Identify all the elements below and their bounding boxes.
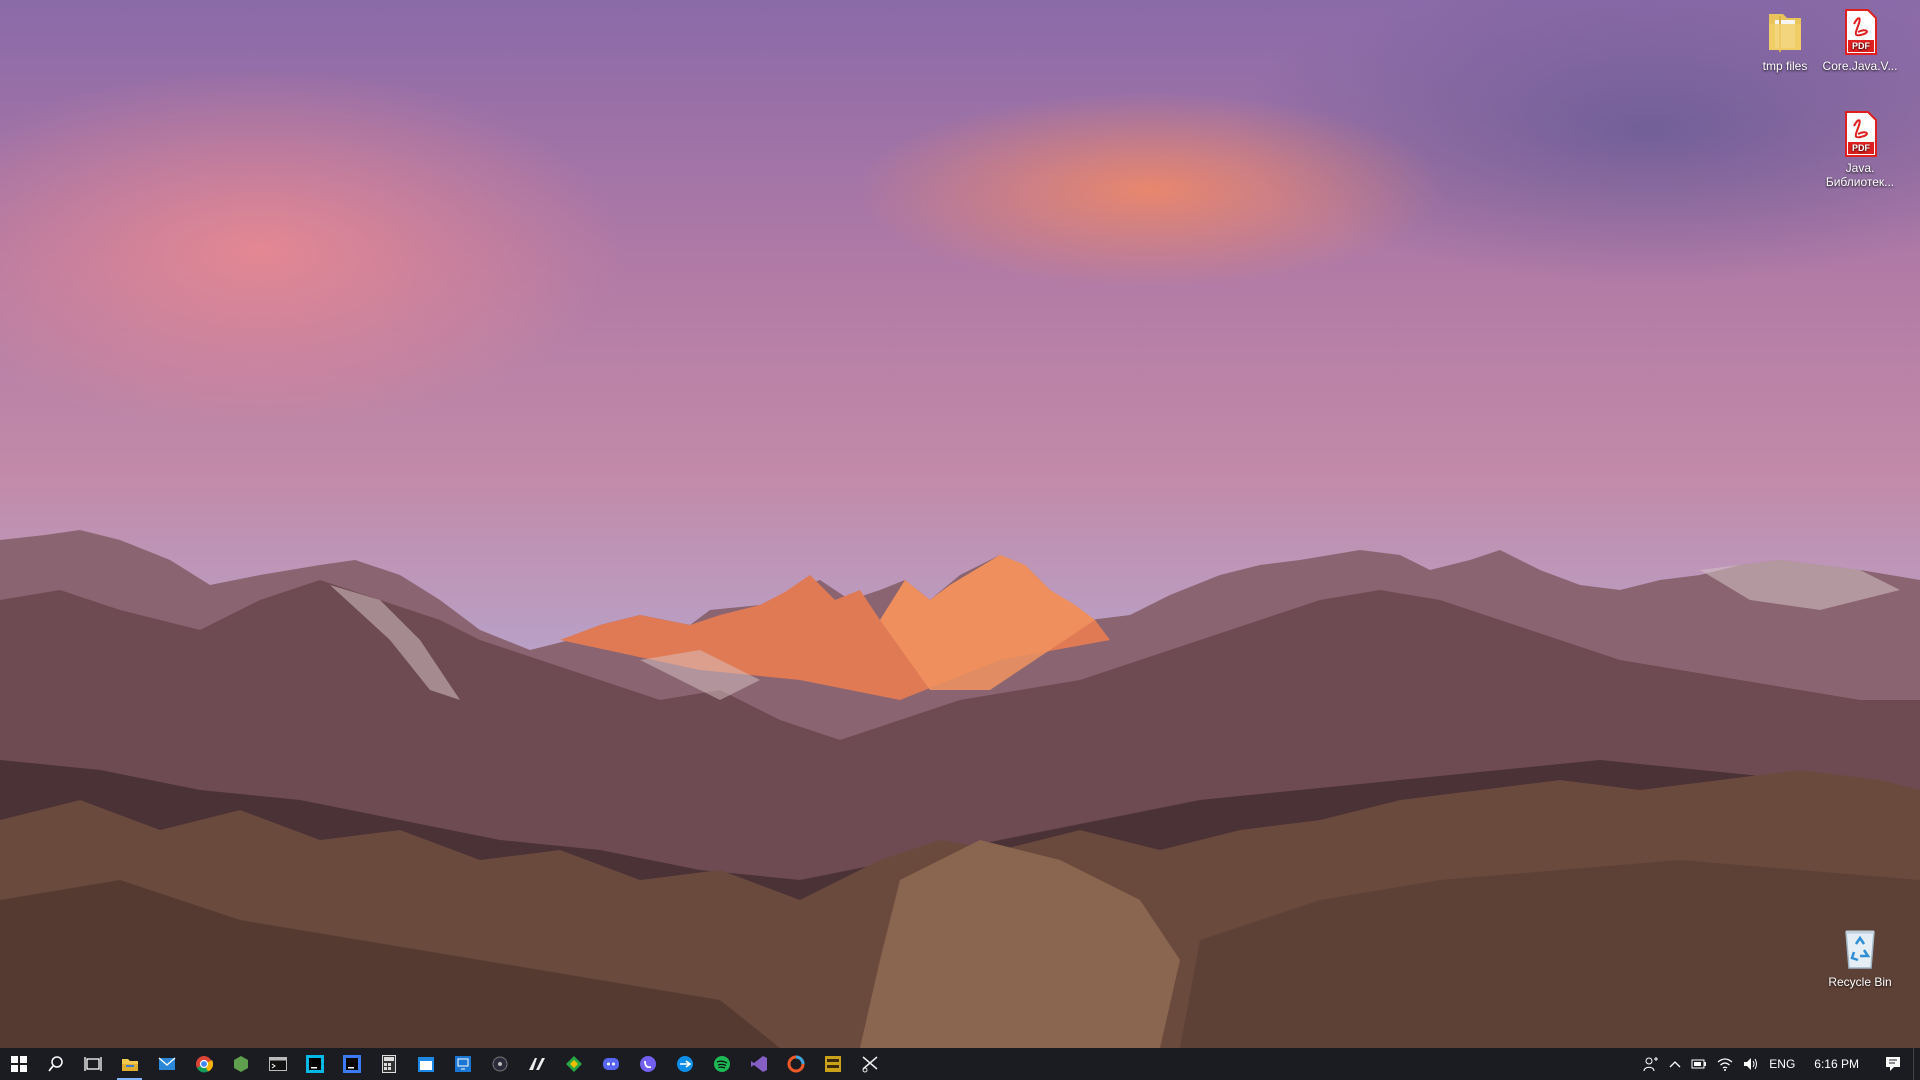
- intellij-icon: [342, 1055, 361, 1073]
- mountain-landscape: [0, 530, 1920, 1048]
- taskbar-snipping-tool[interactable]: [851, 1048, 888, 1080]
- language-label: ENG: [1769, 1057, 1796, 1071]
- wifi-icon: [1717, 1058, 1733, 1071]
- taskbar-notion[interactable]: [518, 1048, 555, 1080]
- task-view-button[interactable]: [74, 1048, 111, 1080]
- taskbar-remote-desktop[interactable]: [444, 1048, 481, 1080]
- tray-battery[interactable]: [1686, 1048, 1712, 1080]
- teamviewer-icon: [676, 1056, 693, 1072]
- terminal-icon: [268, 1057, 287, 1071]
- webstorm-icon: [305, 1055, 324, 1073]
- chevron-up-icon: [1669, 1061, 1681, 1068]
- browser-ring-icon: [787, 1055, 804, 1073]
- search-button[interactable]: [37, 1048, 74, 1080]
- taskbar-gitkraken[interactable]: [555, 1048, 592, 1080]
- taskbar-intellij[interactable]: [333, 1048, 370, 1080]
- taskbar-calculator[interactable]: [370, 1048, 407, 1080]
- desktop-icon-recycle-bin[interactable]: Recycle Bin: [1822, 924, 1898, 989]
- taskbar-obs[interactable]: [481, 1048, 518, 1080]
- pdf-badge: PDF: [1852, 41, 1871, 51]
- task-view-icon: [83, 1057, 102, 1071]
- taskbar-node[interactable]: [222, 1048, 259, 1080]
- gitkraken-icon: [565, 1056, 582, 1072]
- taskbar-mail[interactable]: [148, 1048, 185, 1080]
- show-desktop-button[interactable]: [1913, 1048, 1920, 1080]
- start-icon: [10, 1056, 27, 1072]
- tray-volume[interactable]: [1738, 1048, 1764, 1080]
- pdf-file-icon: PDF: [1836, 110, 1884, 158]
- remote-desktop-icon: [454, 1056, 471, 1072]
- taskbar-teamviewer[interactable]: [666, 1048, 703, 1080]
- taskbar-dosbox[interactable]: [814, 1048, 851, 1080]
- visual-studio-icon: [750, 1056, 767, 1072]
- pdf-badge: PDF: [1852, 143, 1871, 153]
- desktop-icon-label: Recycle Bin: [1828, 975, 1892, 989]
- desktop-wallpaper: [0, 0, 1920, 1048]
- taskbar-terminal[interactable]: [259, 1048, 296, 1080]
- file-explorer-icon: [121, 1059, 138, 1071]
- notion-icon: [528, 1058, 545, 1070]
- taskbar-browser[interactable]: [777, 1048, 814, 1080]
- battery-icon: [1691, 1059, 1707, 1069]
- clock[interactable]: 6:16 PM: [1800, 1048, 1873, 1080]
- clock-time: 6:16 PM: [1814, 1057, 1859, 1071]
- recycle-bin-icon: [1836, 924, 1884, 972]
- tray-people[interactable]: [1638, 1048, 1664, 1080]
- taskbar-spotify[interactable]: [703, 1048, 740, 1080]
- taskbar-chrome[interactable]: [185, 1048, 222, 1080]
- folder-icon: [1761, 8, 1809, 56]
- taskbar-visual-studio[interactable]: [740, 1048, 777, 1080]
- notification-icon: [1886, 1057, 1900, 1071]
- desktop-icon-core-java-pdf[interactable]: PDF Core.Java.V...: [1822, 8, 1898, 73]
- language-indicator[interactable]: ENG: [1764, 1048, 1800, 1080]
- people-icon: [1643, 1057, 1659, 1072]
- desktop-icon-java-library-pdf[interactable]: PDF Java. Библиотек...: [1822, 110, 1898, 189]
- system-tray: ENG 6:16 PM: [1638, 1048, 1920, 1080]
- desktop-icon-label: tmp files: [1762, 59, 1808, 73]
- search-icon: [47, 1056, 63, 1072]
- dosbox-icon: [824, 1056, 841, 1072]
- start-button[interactable]: [0, 1048, 37, 1080]
- taskbar: ENG 6:16 PM: [0, 1048, 1920, 1080]
- viber-icon: [639, 1056, 656, 1072]
- node-icon: [233, 1056, 248, 1072]
- taskbar-viber[interactable]: [629, 1048, 666, 1080]
- desktop-icon-label: Core.Java.V...: [1822, 59, 1898, 73]
- desktop-icon-tmp-files[interactable]: tmp files: [1747, 8, 1823, 73]
- obs-icon: [492, 1056, 507, 1072]
- chrome-icon: [195, 1056, 213, 1073]
- snipping-icon: [862, 1056, 877, 1073]
- pdf-file-icon: PDF: [1836, 8, 1884, 56]
- mail-icon: [158, 1057, 175, 1070]
- tray-network[interactable]: [1712, 1048, 1738, 1080]
- taskbar-webstorm[interactable]: [296, 1048, 333, 1080]
- calendar-icon: [417, 1057, 434, 1072]
- calculator-icon: [381, 1055, 396, 1073]
- speaker-icon: [1744, 1058, 1758, 1070]
- spotify-icon: [713, 1056, 730, 1072]
- taskbar-discord[interactable]: [592, 1048, 629, 1080]
- desktop-icon-label: Java. Библиотек...: [1825, 161, 1895, 189]
- tray-overflow[interactable]: [1664, 1048, 1686, 1080]
- taskbar-file-explorer[interactable]: [111, 1048, 148, 1080]
- discord-icon: [602, 1058, 619, 1070]
- action-center-button[interactable]: [1873, 1048, 1913, 1080]
- taskbar-calendar[interactable]: [407, 1048, 444, 1080]
